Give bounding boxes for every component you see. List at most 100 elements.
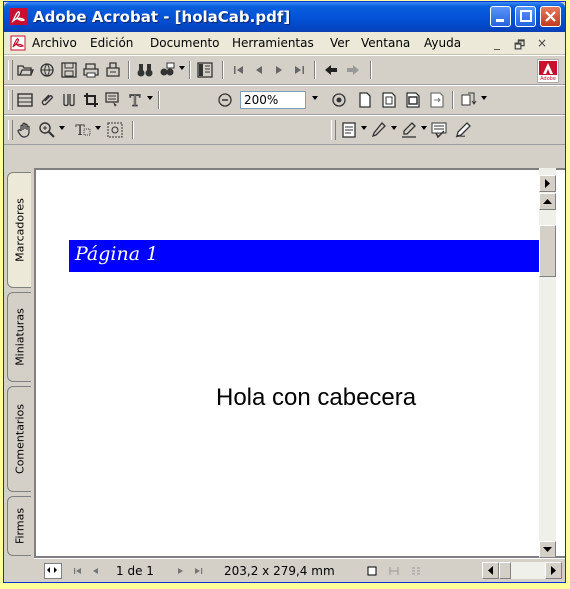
page-size-readout: 203,2 x 279,4 mm xyxy=(224,564,335,578)
scroll-left-button[interactable] xyxy=(482,562,499,579)
pencil-dropdown-icon[interactable] xyxy=(391,126,397,130)
acrobat-app-icon xyxy=(10,8,27,25)
toolbar-separator xyxy=(189,61,191,79)
touchup-text-icon[interactable] xyxy=(60,91,78,109)
page-layout-toggle-icon[interactable] xyxy=(44,563,62,579)
pane-menu-button[interactable] xyxy=(539,175,556,192)
tab-miniaturas[interactable]: Miniaturas xyxy=(7,292,31,382)
markup-tool-icon[interactable] xyxy=(400,121,418,139)
zoom-tool-dropdown-icon[interactable] xyxy=(59,126,65,130)
page-indicator[interactable]: 1 de 1 xyxy=(116,564,154,578)
svg-text:T: T xyxy=(130,91,141,109)
minimize-button[interactable] xyxy=(490,6,511,27)
adobe-logo-icon[interactable]: Adobe xyxy=(537,59,559,83)
find-binoculars-icon[interactable] xyxy=(136,61,154,79)
note-tool-icon[interactable] xyxy=(340,121,358,139)
previous-page-status-icon[interactable] xyxy=(90,565,102,577)
search-icon[interactable] xyxy=(158,61,176,79)
select-text-dropdown-icon[interactable] xyxy=(95,126,101,130)
scroll-down-button[interactable] xyxy=(539,541,556,558)
svg-text:Adobe: Adobe xyxy=(540,76,556,82)
toolbar-separator xyxy=(158,91,160,109)
note-dropdown-icon[interactable] xyxy=(361,126,367,130)
typewriter-text-icon[interactable]: T xyxy=(126,91,144,109)
toolbar-separator xyxy=(314,61,316,79)
previous-page-icon[interactable] xyxy=(250,61,268,79)
toolbar-separator xyxy=(222,61,224,79)
fit-visible-icon[interactable] xyxy=(428,91,446,109)
tab-firmas[interactable]: Firmas xyxy=(7,496,31,556)
menu-ventana[interactable]: Ventana xyxy=(361,36,410,50)
last-page-icon[interactable] xyxy=(290,61,308,79)
toolbar-grip[interactable] xyxy=(8,90,13,110)
print-icon[interactable] xyxy=(82,61,100,79)
single-page-icon[interactable] xyxy=(16,91,34,109)
email-icon[interactable] xyxy=(104,61,122,79)
first-page-icon[interactable] xyxy=(230,61,248,79)
pencil-tool-icon[interactable] xyxy=(370,121,388,139)
facing-layout-icon[interactable] xyxy=(410,565,422,577)
markup-dropdown-icon[interactable] xyxy=(421,126,427,130)
hand-tool-icon[interactable] xyxy=(16,121,34,139)
scroll-right-button[interactable] xyxy=(545,562,562,579)
form-tool-icon[interactable] xyxy=(104,91,122,109)
doc-close-button[interactable]: × xyxy=(537,36,547,50)
search-dropdown-icon[interactable] xyxy=(179,66,185,70)
document-menu-icon[interactable] xyxy=(10,35,26,51)
next-page-status-icon[interactable] xyxy=(174,565,186,577)
crop-icon[interactable] xyxy=(82,91,100,109)
open-folder-icon[interactable] xyxy=(16,61,34,79)
menu-herramientas[interactable]: Herramientas xyxy=(232,36,314,50)
doc-restore-button[interactable]: 🗗 xyxy=(514,36,525,57)
select-text-icon[interactable]: T xyxy=(74,121,92,139)
rotate-dropdown-icon[interactable] xyxy=(481,96,487,100)
page-header-bar: Página 1 xyxy=(69,240,549,272)
tab-comentarios[interactable]: Comentarios xyxy=(7,386,31,492)
horizontal-scroll-thumb[interactable] xyxy=(499,562,511,579)
zoom-tool-icon[interactable] xyxy=(38,121,56,139)
save-icon[interactable] xyxy=(60,61,78,79)
vertical-scrollbar[interactable] xyxy=(539,168,556,558)
toolbar-grip[interactable] xyxy=(331,120,336,140)
scroll-thumb[interactable] xyxy=(539,225,556,277)
menu-edicion[interactable]: Edición xyxy=(90,36,133,50)
fit-page-icon[interactable] xyxy=(380,91,398,109)
doc-minimize-button[interactable]: _ xyxy=(494,36,500,50)
next-view-icon[interactable] xyxy=(344,61,362,79)
zoom-in-icon[interactable] xyxy=(330,91,348,109)
zoom-dropdown-icon[interactable] xyxy=(312,96,318,100)
actual-size-icon[interactable] xyxy=(356,91,374,109)
attach-icon[interactable] xyxy=(38,91,56,109)
menu-ayuda[interactable]: Ayuda xyxy=(424,36,461,50)
snapshot-tool-icon[interactable] xyxy=(106,121,124,139)
previous-view-icon[interactable] xyxy=(322,61,340,79)
menu-archivo[interactable]: Archivo xyxy=(32,36,77,50)
next-page-icon[interactable] xyxy=(270,61,288,79)
navigation-pane-icon[interactable] xyxy=(196,61,214,79)
rotate-view-icon[interactable] xyxy=(460,91,478,109)
text-tool-dropdown-icon[interactable] xyxy=(147,96,153,100)
menu-documento[interactable]: Documento xyxy=(150,36,220,50)
title-bar[interactable]: Adobe Acrobat - [holaCab.pdf] xyxy=(4,2,565,32)
tab-marcadores[interactable]: Marcadores xyxy=(7,172,31,288)
zoom-level-input[interactable]: 200% xyxy=(240,91,306,109)
fit-width-icon[interactable] xyxy=(404,91,422,109)
horizontal-scrollbar[interactable] xyxy=(482,562,562,579)
toolbar-grip[interactable] xyxy=(8,120,13,140)
maximize-button[interactable] xyxy=(515,6,536,27)
toolbar-grip[interactable] xyxy=(8,60,13,80)
scroll-up-button[interactable] xyxy=(539,193,556,210)
first-page-status-icon[interactable] xyxy=(72,565,84,577)
close-button[interactable] xyxy=(540,6,561,27)
last-page-status-icon[interactable] xyxy=(192,565,204,577)
spell-check-icon[interactable] xyxy=(430,121,448,139)
single-page-layout-icon[interactable] xyxy=(366,565,378,577)
menu-bar: Archivo Edición Documento Herramientas V… xyxy=(4,32,565,55)
page-header-text: Página 1 xyxy=(75,243,159,265)
menu-ver[interactable]: Ver xyxy=(330,36,350,50)
continuous-layout-icon[interactable] xyxy=(388,565,400,577)
zoom-out-icon[interactable] xyxy=(216,91,234,109)
web-capture-icon[interactable] xyxy=(38,61,56,79)
document-view[interactable]: Página 1 Hola con cabecera xyxy=(34,168,565,558)
sign-tool-icon[interactable] xyxy=(454,121,472,139)
